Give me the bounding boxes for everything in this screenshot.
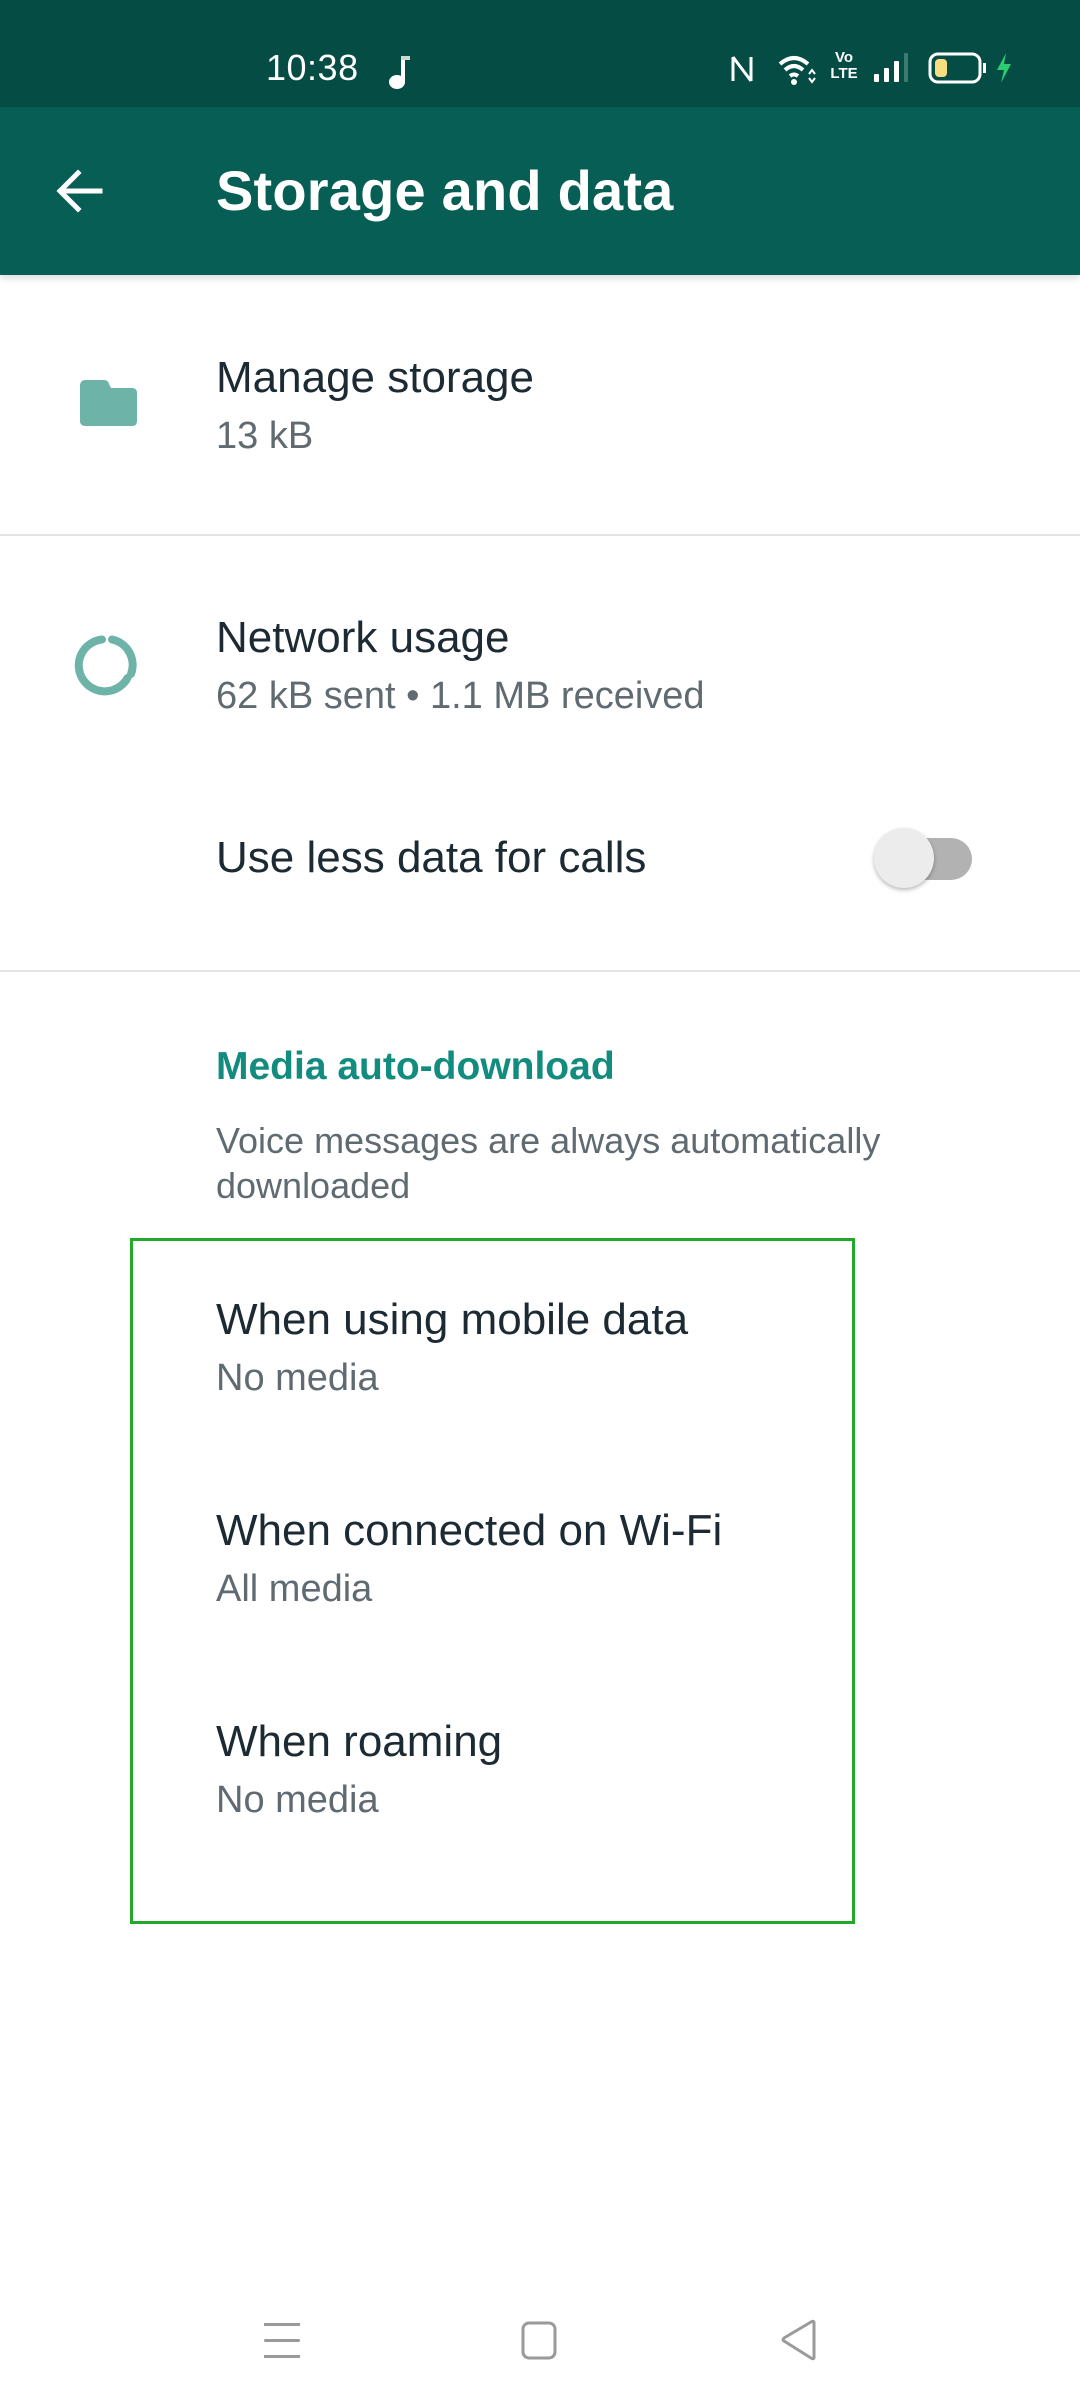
network-usage-title: Network usage — [216, 613, 510, 662]
status-time: 10:38 — [266, 47, 359, 88]
option-value: All media — [216, 1568, 373, 1610]
signal-icon — [874, 53, 908, 82]
nav-bar — [0, 2280, 1080, 2400]
option-title: When connected on Wi-Fi — [216, 1506, 723, 1555]
network-usage-item[interactable]: Network usage 62 kB sent • 1.1 MB receiv… — [0, 536, 1080, 756]
less-data-calls-toggle[interactable] — [872, 824, 976, 894]
home-button[interactable] — [500, 2300, 580, 2380]
battery-icon — [928, 52, 986, 84]
network-usage-subtitle: 62 kB sent • 1.1 MB received — [216, 675, 705, 717]
page-title: Storage and data — [216, 159, 674, 222]
back-triangle-icon — [781, 2319, 816, 2361]
nfc-icon — [731, 56, 753, 82]
section-header: Media auto-download — [216, 1045, 615, 1088]
manage-storage-title: Manage storage — [216, 353, 534, 402]
charging-bolt-icon — [997, 53, 1011, 83]
wifi-icon — [778, 56, 816, 85]
option-title: When roaming — [216, 1717, 503, 1766]
status-bar: 10:38 Vo LTE — [0, 0, 1080, 107]
less-data-calls-label: Use less data for calls — [216, 833, 647, 882]
home-icon — [521, 2321, 557, 2360]
manage-storage-subtitle: 13 kB — [216, 415, 314, 457]
volte-icon: Vo LTE — [830, 49, 858, 82]
back-button[interactable] — [40, 151, 120, 231]
auto-download-roaming[interactable]: When roaming No media — [0, 1665, 1080, 1877]
data-usage-icon — [74, 635, 137, 696]
toggle-thumb — [874, 828, 934, 888]
divider — [0, 970, 1080, 972]
option-title: When using mobile data — [216, 1295, 689, 1344]
folder-icon — [80, 380, 137, 426]
manage-storage-item[interactable]: Manage storage 13 kB — [0, 275, 1080, 535]
section-description: Voice messages are always automatically … — [216, 1120, 881, 1206]
screen: 10:38 Vo LTE Storage and data Manage sto… — [0, 0, 1080, 2400]
auto-download-wifi[interactable]: When connected on Wi-Fi All media — [0, 1453, 1080, 1665]
arrow-left-icon — [56, 169, 103, 213]
system-back-button[interactable] — [760, 2300, 840, 2380]
auto-download-mobile-data[interactable]: When using mobile data No media — [0, 1241, 1080, 1453]
app-bar: Storage and data — [0, 107, 1080, 275]
option-value: No media — [216, 1779, 379, 1821]
menu-icon — [264, 2323, 300, 2358]
recents-button[interactable] — [242, 2300, 322, 2380]
option-value: No media — [216, 1357, 379, 1399]
music-note-icon — [389, 56, 410, 89]
